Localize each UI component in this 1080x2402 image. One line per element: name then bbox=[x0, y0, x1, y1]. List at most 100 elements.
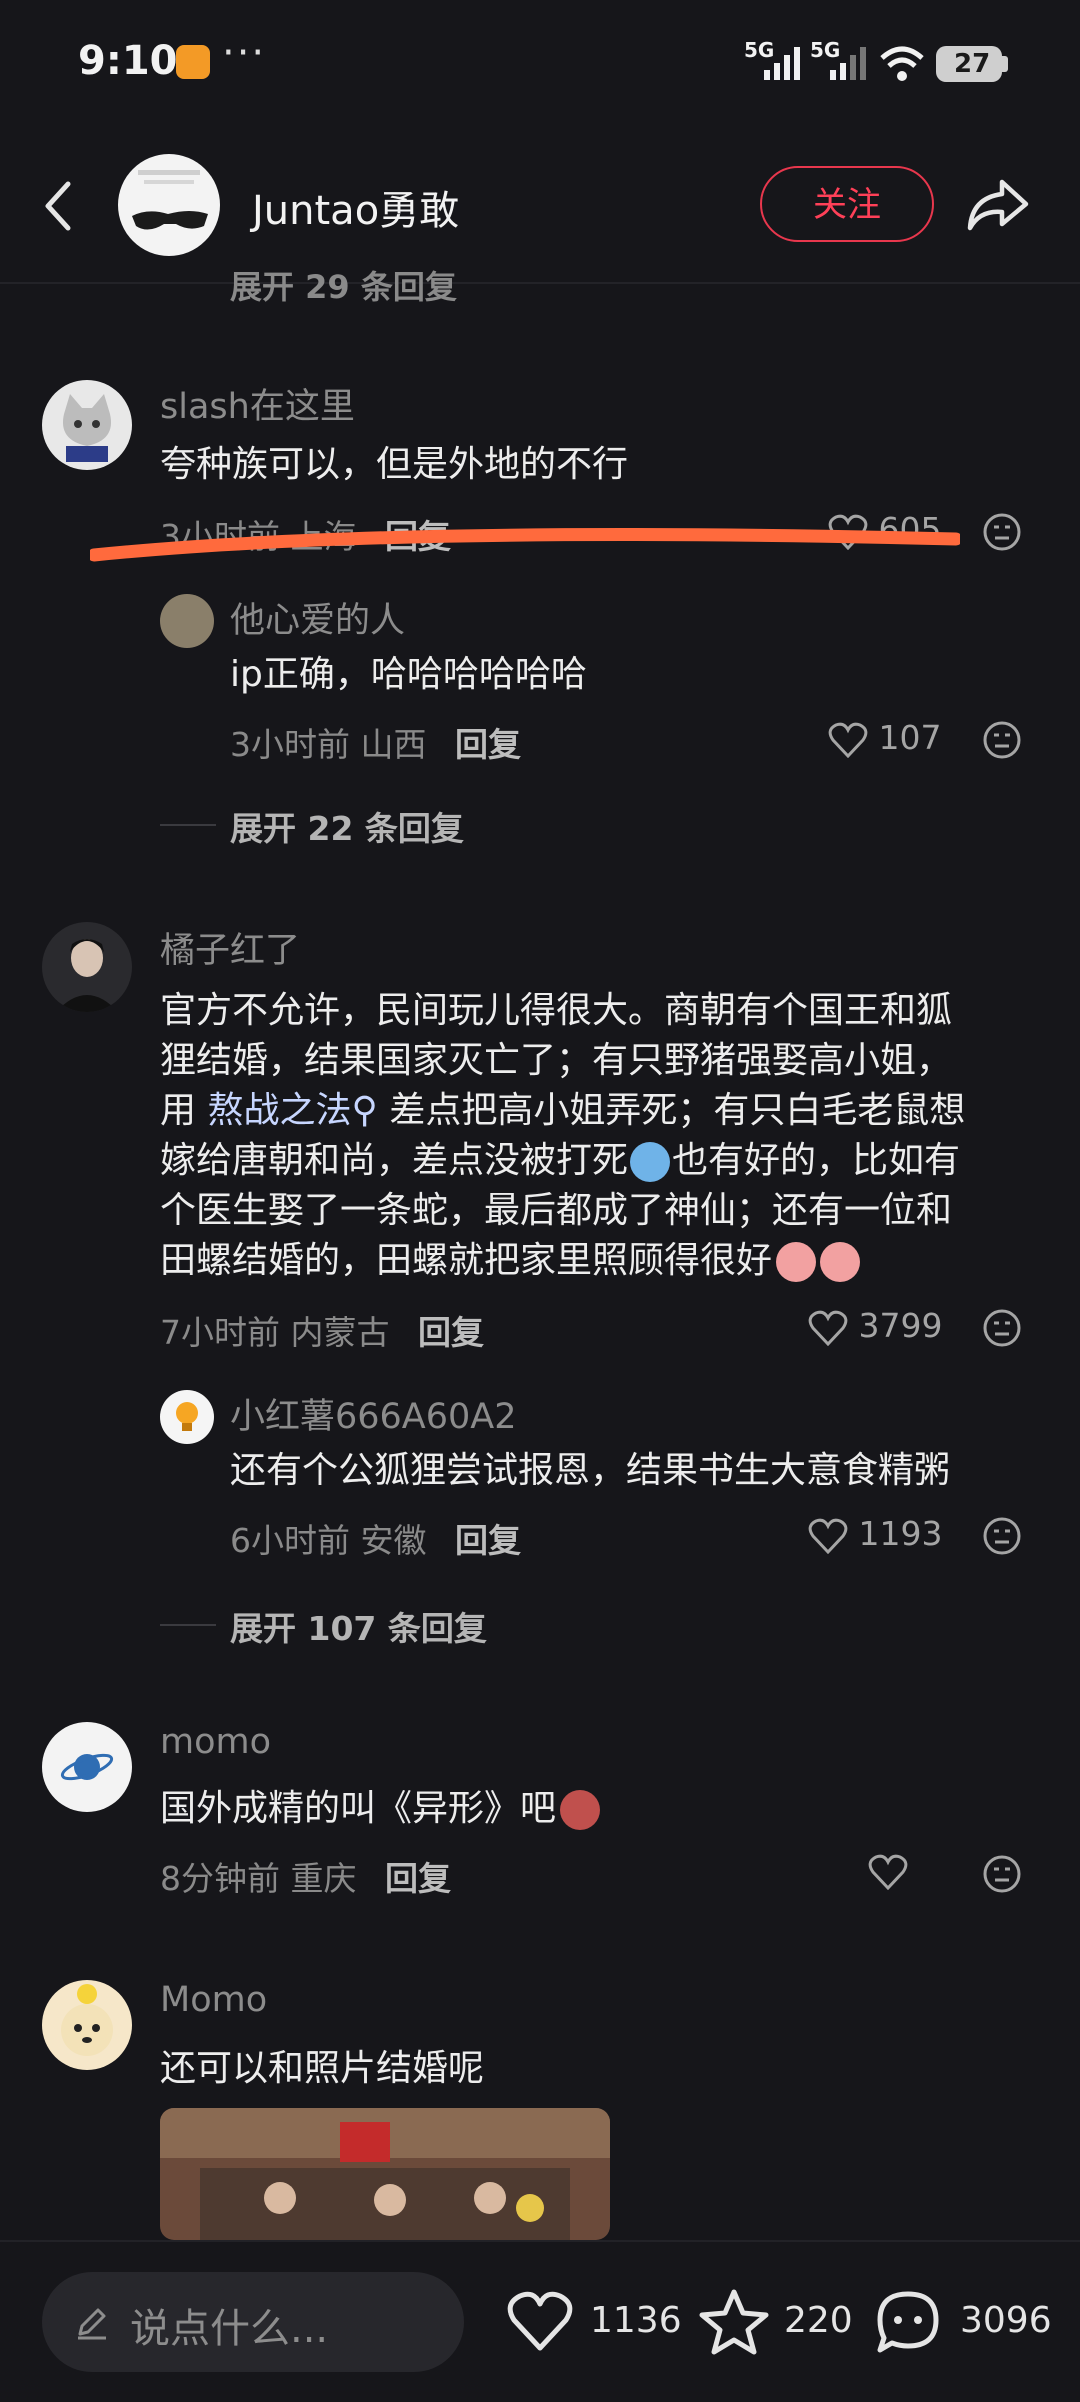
crying-emoji-icon bbox=[630, 1142, 671, 1182]
angry-emoji-icon bbox=[560, 1790, 601, 1830]
battery-tip bbox=[1002, 56, 1008, 72]
heart-icon bbox=[828, 722, 868, 758]
comment-avatar[interactable] bbox=[42, 1722, 132, 1812]
comment-text-line: 田螺结婚的，田螺就把家里照顾得很好 bbox=[160, 1236, 861, 1286]
like-heart-icon[interactable] bbox=[504, 2286, 576, 2358]
status-bar: 9:10 ··· 5G 5G 27 bbox=[0, 0, 1080, 130]
app-notification-icon bbox=[176, 45, 210, 79]
dislike-face-icon[interactable] bbox=[982, 720, 1022, 760]
back-icon[interactable] bbox=[30, 170, 86, 242]
battery-icon: 27 bbox=[936, 46, 1002, 82]
text-segment: 也有好的，比如有 bbox=[672, 1140, 961, 1181]
comment-text-line: 用 熬战之法⚲ 差点把高小姐弄死；有只白毛老鼠想 bbox=[160, 1086, 965, 1136]
person-avatar-image bbox=[56, 939, 118, 1012]
dislike-face-icon[interactable] bbox=[982, 1854, 1022, 1894]
comment-username[interactable]: momo bbox=[160, 1722, 271, 1762]
comment-text: 国外成精的叫《异形》吧 bbox=[160, 1784, 601, 1834]
like-count: 1193 bbox=[858, 1514, 943, 1553]
comment-avatar[interactable] bbox=[42, 922, 132, 1012]
reply-time: 6小时前 bbox=[230, 1521, 350, 1560]
follow-button[interactable]: 关注 bbox=[760, 166, 934, 242]
expand-line bbox=[160, 824, 216, 826]
comment-avatar[interactable] bbox=[42, 380, 132, 470]
reply-location: 山西 bbox=[360, 725, 427, 764]
author-name[interactable]: Juntao勇敢 bbox=[252, 178, 459, 236]
star-icon[interactable] bbox=[698, 2286, 770, 2358]
status-time: 9:10 bbox=[78, 38, 178, 84]
comment-time: 7小时前 bbox=[160, 1313, 280, 1352]
blush-emoji-icon bbox=[776, 1242, 817, 1282]
highlight-stroke bbox=[90, 528, 960, 562]
like-count: 107 bbox=[878, 718, 942, 757]
heart-icon bbox=[808, 1310, 848, 1346]
comment-text: 还可以和照片结婚呢 bbox=[160, 2048, 485, 2089]
reply-username[interactable]: 小红薯666A60A2 bbox=[230, 1388, 517, 1439]
like-count: 3799 bbox=[858, 1306, 943, 1345]
wedding-photo bbox=[160, 2108, 610, 2240]
heart-icon bbox=[808, 1518, 848, 1554]
comment-text-line: 个医生娶了一条蛇，最后都成了神仙；还有一位和 bbox=[160, 1190, 953, 1231]
like-button[interactable]: 107 bbox=[828, 718, 942, 758]
comment-text: 夸种族可以，但是外地的不行 bbox=[160, 444, 629, 485]
inline-prefix: 用 bbox=[160, 1090, 197, 1131]
expand-replies[interactable]: 展开 22 条回复 bbox=[230, 802, 464, 850]
comment-text-line: 官方不允许，民间玩儿得很大。商朝有个国王和狐 bbox=[160, 990, 953, 1031]
dog-avatar-image bbox=[61, 1984, 113, 2056]
author-avatar[interactable] bbox=[118, 154, 220, 256]
expand-replies-cut[interactable]: 展开 29 条回复 bbox=[230, 262, 457, 308]
search-link-icon[interactable]: ⚲ bbox=[351, 1090, 377, 1131]
comment-time: 8分钟前 bbox=[160, 1859, 280, 1898]
inline-rest: 差点把高小姐弄死；有只白毛老鼠想 bbox=[389, 1090, 966, 1131]
reply-text: 还有个公狐狸尝试报恩，结果书生大意食精粥 bbox=[230, 1450, 951, 1491]
signal-icon bbox=[764, 47, 800, 80]
comment-bubble-icon[interactable] bbox=[872, 2286, 944, 2358]
expand-replies[interactable]: 展开 107 条回复 bbox=[230, 1602, 487, 1650]
planet-icon bbox=[60, 1753, 114, 1781]
comment-text-line: 狸结婚，结果国家灭亡了；有只野猪强娶高小姐， bbox=[160, 1040, 953, 1081]
glasses-image bbox=[132, 170, 208, 230]
dislike-face-icon[interactable] bbox=[982, 1516, 1022, 1556]
comment-location: 重庆 bbox=[290, 1859, 357, 1898]
total-stars: 220 bbox=[784, 2300, 853, 2341]
comment-input-placeholder[interactable]: 说点什么... bbox=[130, 2296, 328, 2354]
reply-meta: 3小时前 山西 回复 bbox=[230, 718, 521, 766]
search-link[interactable]: 熬战之法 bbox=[207, 1090, 351, 1131]
comment-username[interactable]: Momo bbox=[160, 1980, 267, 2020]
total-comments: 3096 bbox=[960, 2300, 1052, 2341]
reply-time: 3小时前 bbox=[230, 725, 350, 764]
comment-location: 内蒙古 bbox=[290, 1313, 390, 1352]
like-button[interactable]: 3799 bbox=[808, 1306, 942, 1346]
comment-meta: 7小时前 内蒙古 回复 bbox=[160, 1306, 484, 1354]
reply-button[interactable]: 回复 bbox=[418, 1313, 484, 1352]
dislike-face-icon[interactable] bbox=[982, 512, 1022, 552]
wifi-icon bbox=[880, 46, 924, 81]
like-button[interactable]: 1193 bbox=[808, 1514, 942, 1554]
blush-emoji-icon bbox=[820, 1242, 861, 1282]
comment-username[interactable]: 橘子红了 bbox=[160, 922, 300, 973]
reply-meta: 6小时前 安徽 回复 bbox=[230, 1514, 521, 1562]
comment-avatar[interactable] bbox=[42, 1980, 132, 2070]
reply-button[interactable]: 回复 bbox=[455, 725, 521, 764]
signal-icon-2 bbox=[830, 47, 866, 80]
reply-button[interactable]: 回复 bbox=[455, 1521, 521, 1560]
comment-meta: 8分钟前 重庆 回复 bbox=[160, 1852, 451, 1900]
comment-username[interactable]: slash在这里 bbox=[160, 378, 355, 429]
lightbulb-icon bbox=[176, 1402, 198, 1431]
text-segment: 国外成精的叫《异形》吧 bbox=[160, 1788, 557, 1829]
reply-avatar[interactable] bbox=[160, 594, 214, 648]
text-segment: 嫁给唐朝和尚，差点没被打死 bbox=[160, 1140, 629, 1181]
reply-text: ip正确，哈哈哈哈哈哈 bbox=[230, 654, 587, 695]
dislike-face-icon[interactable] bbox=[982, 1308, 1022, 1348]
reply-avatar[interactable] bbox=[160, 1390, 214, 1444]
reply-username[interactable]: 他心爱的人 bbox=[230, 592, 405, 643]
total-likes: 1136 bbox=[590, 2300, 682, 2341]
text-segment: 田螺结婚的，田螺就把家里照顾得很好 bbox=[160, 1240, 773, 1281]
reply-button[interactable]: 回复 bbox=[385, 1859, 451, 1898]
share-icon[interactable] bbox=[962, 168, 1034, 240]
comment-image[interactable] bbox=[160, 2108, 610, 2240]
more-dots-icon: ··· bbox=[222, 30, 267, 76]
reply-location: 安徽 bbox=[360, 1521, 427, 1560]
pencil-icon bbox=[78, 2308, 106, 2340]
heart-icon[interactable] bbox=[868, 1854, 908, 1890]
expand-line bbox=[160, 1624, 216, 1626]
